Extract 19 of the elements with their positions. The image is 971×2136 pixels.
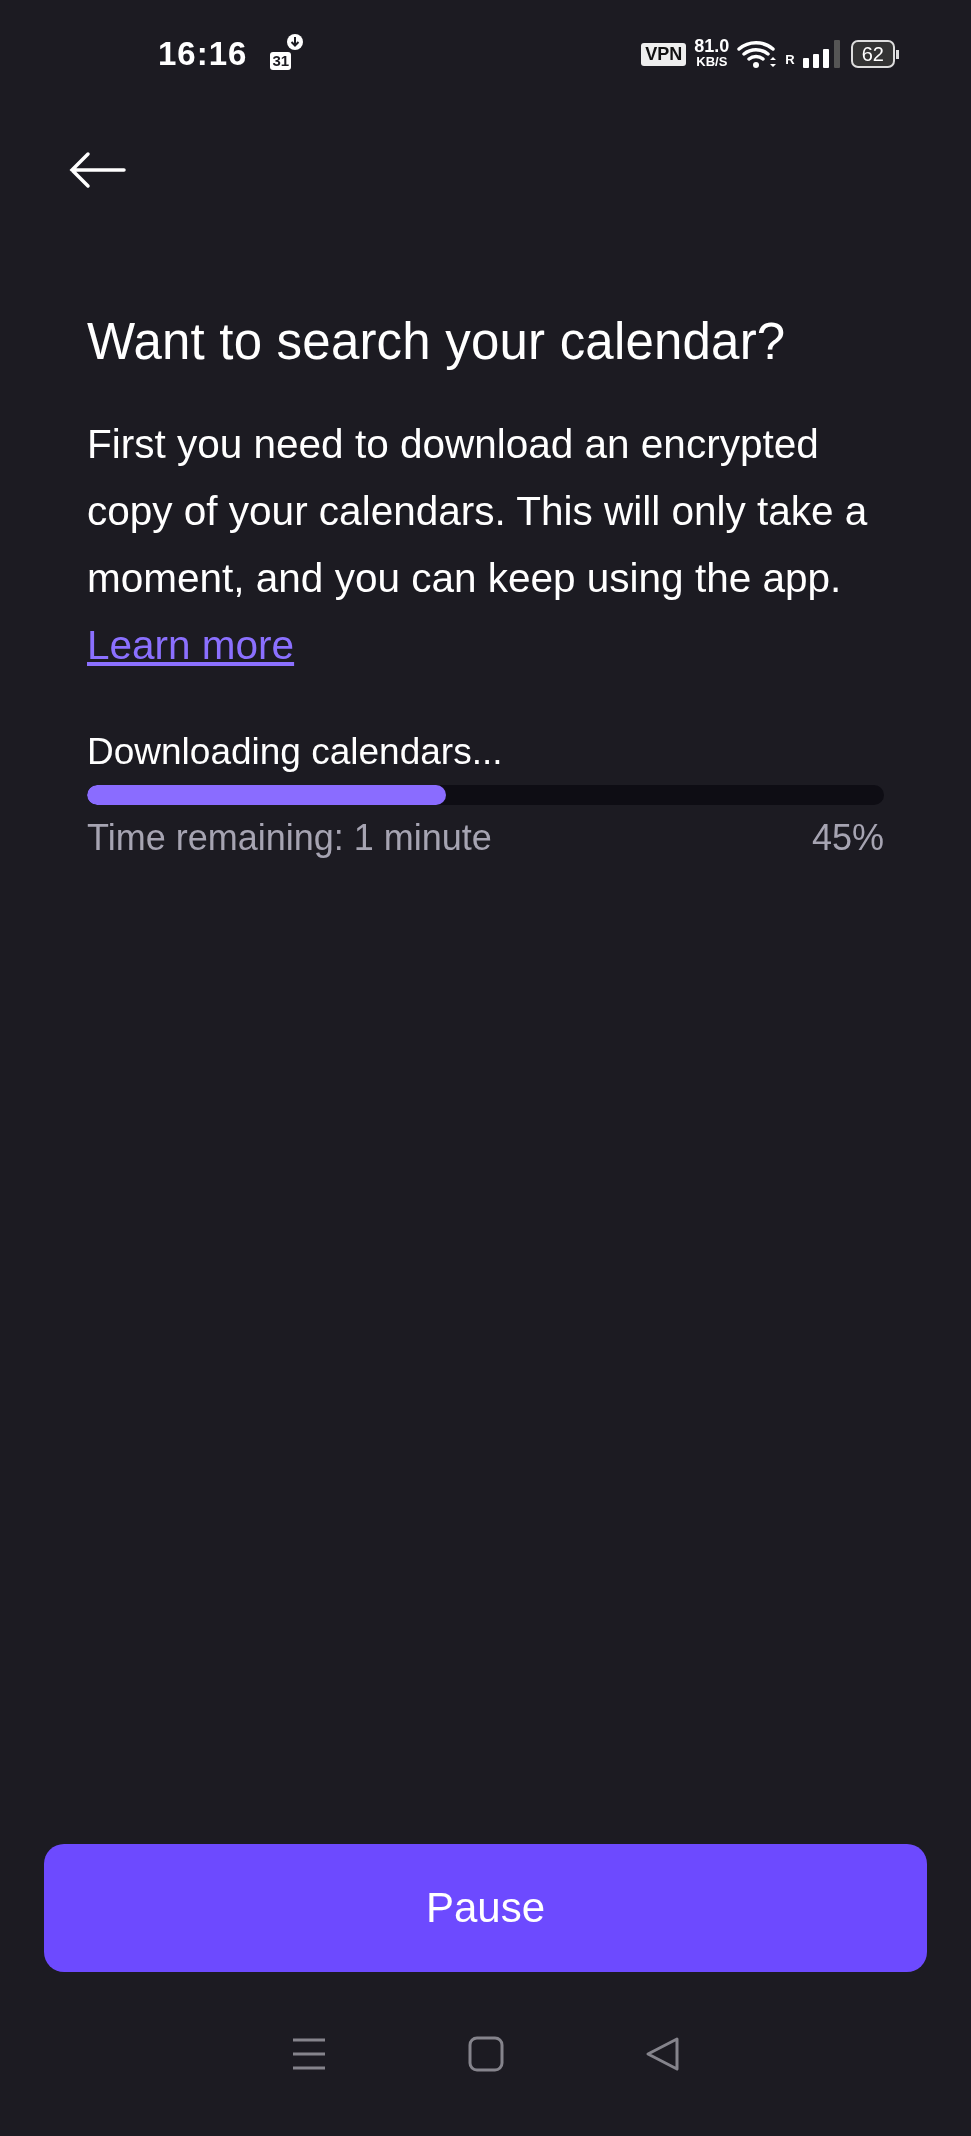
speed-unit: KB/S xyxy=(696,54,728,69)
vpn-badge: VPN xyxy=(641,42,687,66)
pause-button[interactable]: Pause xyxy=(44,1844,927,1972)
status-time: 16:16 xyxy=(158,35,248,73)
back-arrow-icon[interactable] xyxy=(68,150,128,190)
signal-icon xyxy=(802,40,843,68)
network-speed: 81.0 xyxy=(694,39,730,54)
time-remaining: Time remaining: 1 minute xyxy=(87,817,492,859)
battery-indicator: 62 xyxy=(850,40,899,68)
home-icon[interactable] xyxy=(467,2036,504,2072)
roaming-indicator: R xyxy=(785,52,795,67)
wifi-icon xyxy=(737,39,778,69)
learn-more-link[interactable]: Learn more xyxy=(87,622,295,668)
page-title: Want to search your calendar? xyxy=(87,312,787,371)
menu-icon[interactable] xyxy=(290,2036,327,2072)
progress-label: Downloading calendars... xyxy=(87,731,504,773)
back-icon[interactable] xyxy=(644,2036,681,2072)
progress-percent: 45% xyxy=(811,817,884,859)
description-text: First you need to download an encrypted copy of your calendars. This will only take a moment, and you can keep using the app. Learn more xyxy=(87,420,869,670)
